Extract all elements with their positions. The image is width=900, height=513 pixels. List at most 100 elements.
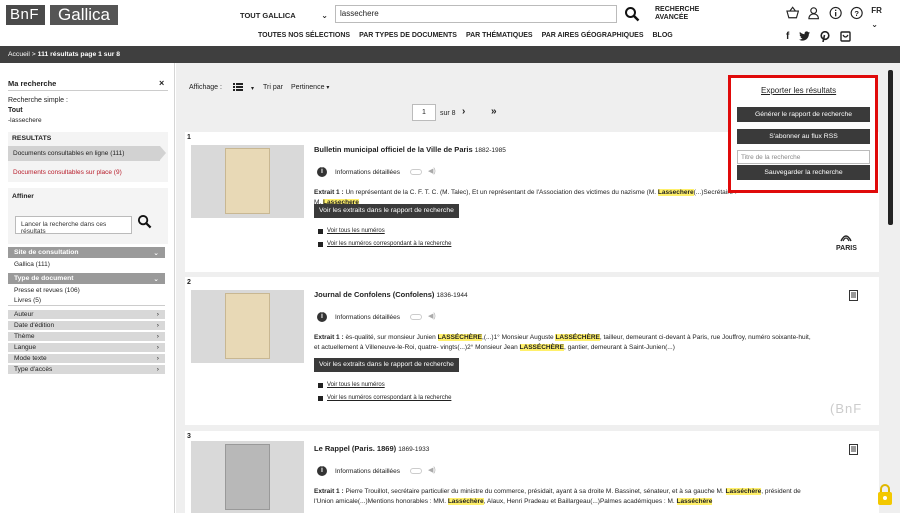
info-icon[interactable]: i — [317, 167, 327, 177]
result-title[interactable]: Bulletin municipal officiel de la Ville … — [314, 145, 506, 154]
basket-icon[interactable] — [786, 6, 800, 20]
result-thumbnail[interactable] — [191, 441, 304, 513]
nav-themes[interactable]: PAR THÉMATIQUES — [466, 32, 533, 39]
info-label[interactable]: Informations détaillées — [335, 314, 400, 321]
info-icon[interactable] — [829, 6, 842, 20]
nav-doc-types[interactable]: PAR TYPES DE DOCUMENTS — [359, 32, 457, 39]
highlight: Lasséchère — [676, 498, 713, 505]
chevron-down-icon: ⌄ — [321, 10, 328, 20]
logo[interactable]: BnF Gallica — [6, 5, 118, 25]
facet-site-value[interactable]: Gallica (111) — [8, 260, 165, 270]
close-icon[interactable]: × — [159, 78, 164, 88]
instagram-icon[interactable] — [840, 31, 852, 42]
search-input[interactable]: lassechere — [335, 5, 617, 23]
facet-language[interactable]: Langue › — [8, 343, 165, 353]
extract-label: Extrait 1 : — [314, 189, 344, 196]
all-issues-link[interactable]: Voir tous les numéros — [318, 382, 385, 388]
search-icon[interactable] — [137, 214, 152, 229]
result-extract: Extrait 1 : Pierre Trouillot, secrétaire… — [314, 487, 814, 507]
extract-label: Extrait 1 : — [314, 334, 344, 341]
matching-issues-link[interactable]: Voir les numéros correspondant à la rech… — [318, 395, 451, 401]
search-icon[interactable] — [624, 6, 640, 22]
filter-onsite[interactable]: Documents consultables sur place (9) — [13, 169, 122, 176]
export-title: Exporter les résultats — [761, 86, 837, 95]
info-label[interactable]: Informations détaillées — [335, 169, 400, 176]
speaker-icon[interactable]: ◀) — [428, 167, 436, 175]
lock-icon[interactable] — [876, 482, 894, 506]
filter-online[interactable]: Documents consultables en ligne (111) — [8, 146, 160, 161]
header-icons: ? FR ⌄ — [786, 6, 900, 29]
paris-logo-icon — [840, 235, 853, 242]
info-label[interactable]: Informations détaillées — [335, 468, 400, 475]
search-term: -lassechere — [8, 117, 42, 124]
search-title-input[interactable]: Titre de la recherche — [737, 150, 870, 164]
logo-bnf: BnF — [6, 5, 46, 25]
language-select[interactable]: FR ⌄ — [871, 6, 900, 29]
view-extracts-button[interactable]: Voir les extraits dans le rapport de rec… — [314, 358, 459, 372]
result-thumbnail[interactable] — [191, 290, 304, 363]
link-label: Voir les numéros correspondant à la rech… — [327, 241, 452, 247]
scrollbar[interactable] — [888, 70, 893, 225]
refine-input[interactable]: Lancer la recherche dans ces résultats — [15, 216, 132, 235]
breadcrumb: Accueil > 111 résultats page 1 sur 8 — [0, 46, 900, 63]
next-page-button[interactable]: › — [462, 106, 465, 117]
speaker-icon[interactable]: ◀) — [428, 466, 436, 474]
title-text: Le Rappel (Paris. 1869) — [314, 444, 397, 453]
nav-selections[interactable]: TOUTES NOS SÉLECTIONS — [258, 32, 350, 39]
advanced-search-link[interactable]: RECHERCHE AVANCÉE — [655, 6, 699, 21]
facet-text-mode[interactable]: Mode texte › — [8, 354, 165, 364]
view-extracts-button[interactable]: Voir les extraits dans le rapport de rec… — [314, 204, 459, 218]
chevron-right-icon: › — [156, 355, 159, 362]
info-icon[interactable]: i — [317, 466, 327, 476]
caret-down-icon[interactable]: ▾ — [251, 85, 254, 92]
facet-type[interactable]: Type de document ⌄ — [8, 273, 165, 284]
save-search-button[interactable]: Sauvegarder la recherche — [737, 165, 870, 180]
nav-geo[interactable]: PAR AIRES GÉOGRAPHIQUES — [542, 32, 644, 39]
facet-access[interactable]: Type d'accès › — [8, 365, 165, 375]
extract-label: Extrait 1 : — [314, 488, 344, 495]
help-icon[interactable]: ? — [850, 6, 863, 20]
facebook-icon[interactable]: f — [786, 31, 789, 42]
toggle-switch[interactable] — [410, 468, 422, 474]
results-title: RESULTATS — [12, 135, 52, 142]
highlight: Lasséchère — [447, 498, 484, 505]
twitter-icon[interactable] — [799, 31, 811, 41]
breadcrumb-summary: 111 résultats page 1 sur 8 — [37, 51, 121, 58]
caret-down-icon: ▾ — [326, 85, 330, 91]
result-title[interactable]: Le Rappel (Paris. 1869) 1869-1933 — [314, 444, 429, 453]
list-view-icon[interactable] — [233, 83, 243, 91]
pinterest-icon[interactable] — [820, 31, 830, 42]
facet-theme[interactable]: Thème › — [8, 332, 165, 342]
scope-select[interactable]: TOUT GALLICA ⌄ — [240, 8, 328, 22]
facet-author[interactable]: Auteur › — [8, 310, 165, 320]
rss-subscribe-button[interactable]: S'abonner au flux RSS — [737, 129, 870, 144]
last-page-button[interactable]: » — [491, 106, 497, 117]
all-issues-link[interactable]: Voir tous les numéros — [318, 228, 385, 234]
result-thumbnail[interactable] — [191, 145, 304, 218]
page-input[interactable]: 1 — [412, 104, 436, 121]
thumbnail-page — [225, 293, 270, 359]
extract-text: Pierre Trouillot, secrétaire particulier… — [345, 488, 726, 495]
page-total: sur 8 — [440, 110, 456, 117]
toggle-switch[interactable] — [410, 314, 422, 320]
toggle-switch[interactable] — [410, 169, 422, 175]
facet-date[interactable]: Date d'édition › — [8, 321, 165, 331]
link-label: Voir les numéros correspondant à la rech… — [327, 395, 452, 401]
speaker-icon[interactable]: ◀) — [428, 312, 436, 320]
result-title[interactable]: Journal de Confolens (Confolens) 1836-19… — [314, 290, 468, 299]
advanced-line1: RECHERCHE — [655, 6, 700, 13]
chevron-right-icon: › — [156, 322, 159, 329]
facet-type-value[interactable]: Livres (5) — [8, 296, 165, 306]
facet-type-value[interactable]: Presse et revues (106) — [8, 286, 165, 296]
divider — [8, 90, 168, 91]
breadcrumb-home[interactable]: Accueil > — [8, 51, 36, 58]
advanced-line2: AVANCÉE — [655, 13, 689, 21]
facet-site[interactable]: Site de consultation ⌄ — [8, 247, 165, 258]
matching-issues-link[interactable]: Voir les numéros correspondant à la rech… — [318, 241, 451, 247]
user-icon[interactable] — [807, 6, 820, 20]
highlight: LASSÉCHÈRE — [437, 334, 483, 341]
nav-blog[interactable]: BLOG — [653, 32, 673, 39]
generate-report-button[interactable]: Générer le rapport de recherche — [737, 107, 870, 122]
sort-select[interactable]: Pertinence ▾ — [291, 84, 329, 91]
info-icon[interactable]: i — [317, 312, 327, 322]
